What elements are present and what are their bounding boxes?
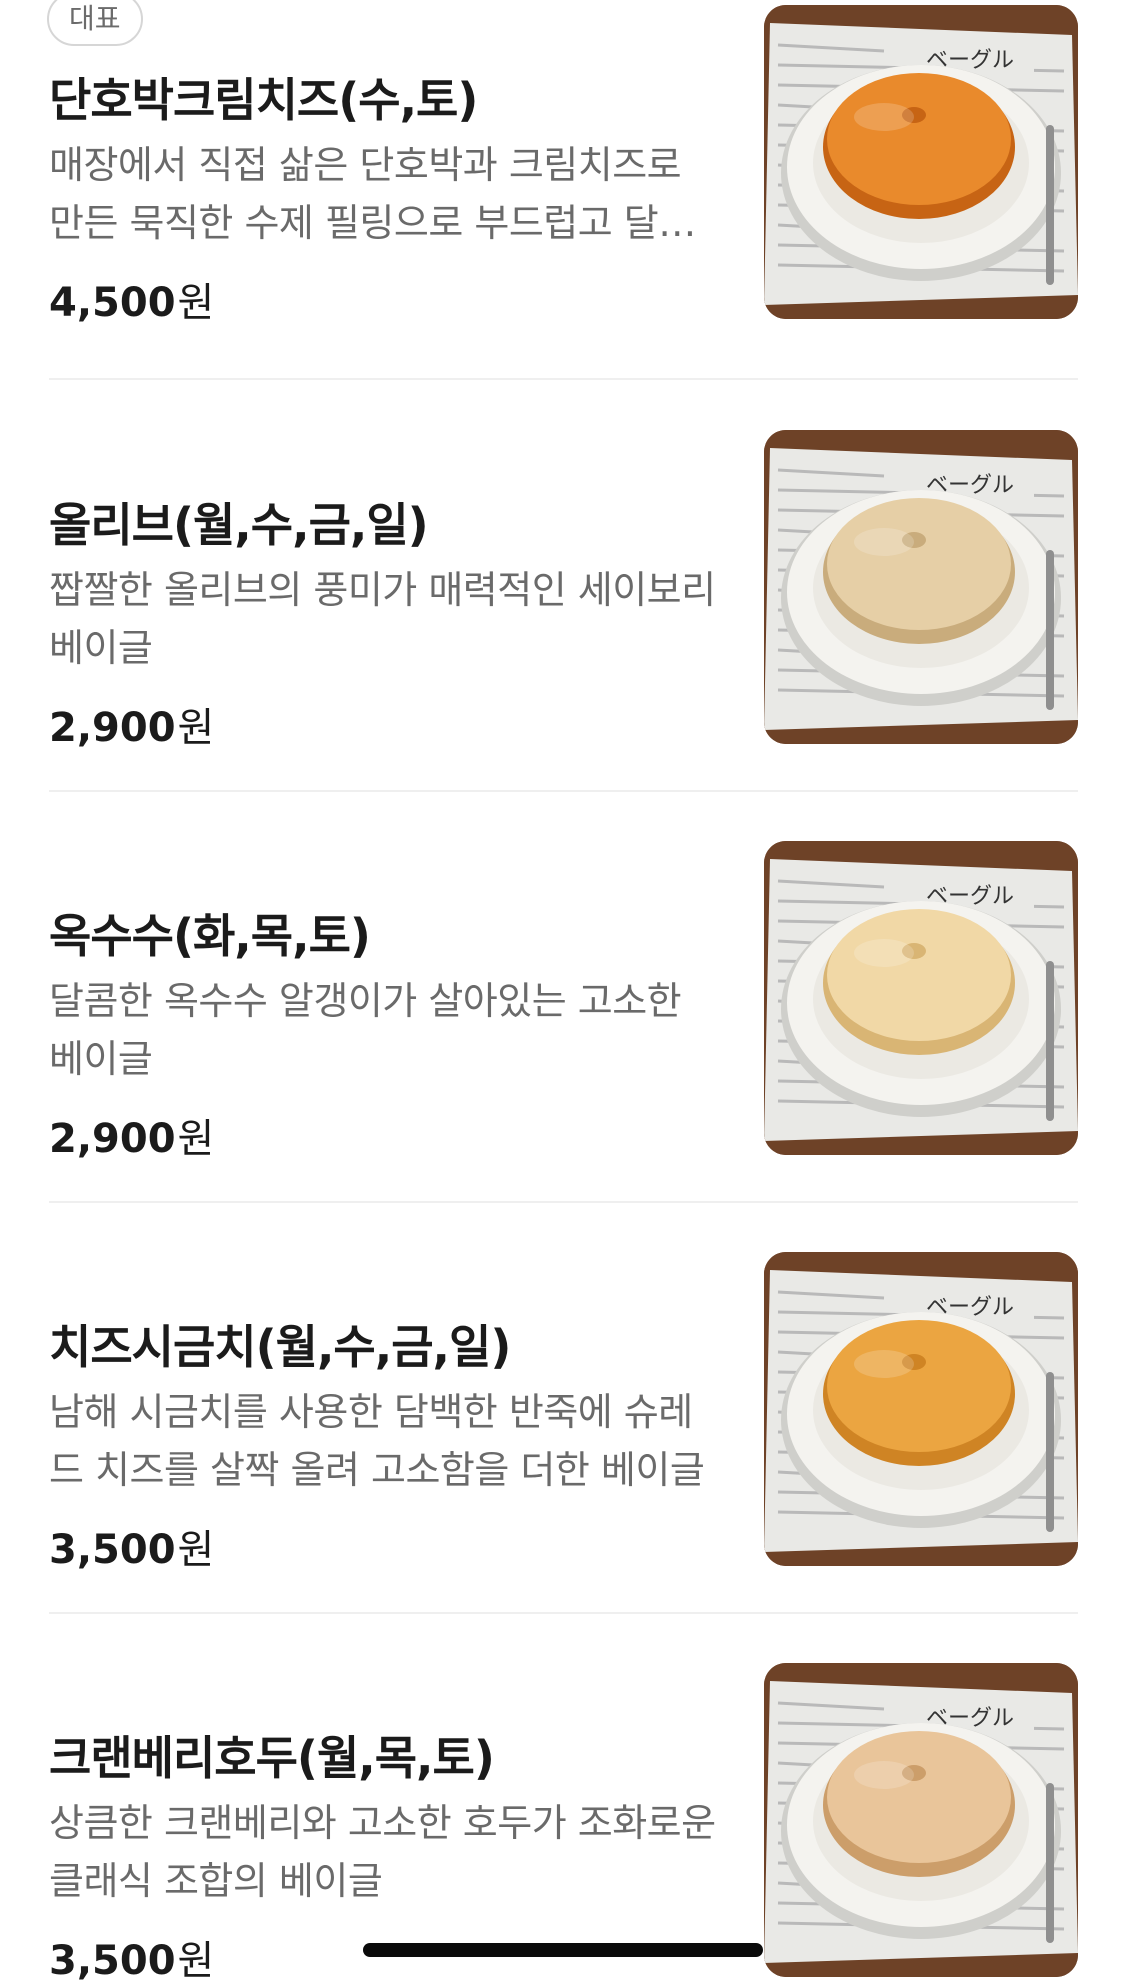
menu-item-price: 2,900원 xyxy=(49,1106,214,1164)
menu-item-cranberry-walnut[interactable]: 크랜베리호두(월,목,토) 상큼한 크랜베리와 고소한 호두가 조화로운 클래식… xyxy=(0,1658,1125,1982)
menu-item-image[interactable]: ベーグル xyxy=(764,841,1078,1155)
menu-item-description: 달콤한 옥수수 알갱이가 살아있는 고소한 베이글 xyxy=(49,979,682,1081)
menu-item-image[interactable]: ベーグル xyxy=(764,430,1078,744)
menu-item-description: 짭짤한 올리브의 풍미가 매력적인 세이보리 베이글 xyxy=(49,568,716,670)
menu-item-price: 2,900원 xyxy=(49,695,214,753)
menu-item-corn[interactable]: 옥수수(화,목,토) 달콤한 옥수수 알갱이가 살아있는 고소한 베이글 2,9… xyxy=(0,836,1125,1247)
menu-item-description: 남해 시금치를 사용한 담백한 반죽에 슈레드 치즈를 살짝 올려 고소함을 더… xyxy=(49,1390,705,1492)
divider xyxy=(49,790,1078,792)
menu-item-image[interactable]: ベーグル xyxy=(764,5,1078,319)
menu-item-price: 4,500원 xyxy=(49,270,214,328)
price-currency: 원 xyxy=(177,1116,215,1162)
price-currency: 원 xyxy=(177,280,215,326)
menu-item-pumpkin-cream-cheese[interactable]: 대표 단호박크림치즈(수,토) 매장에서 직접 삶은 단호박과 크림치즈로 만든… xyxy=(0,0,1125,411)
price-amount: 3,500 xyxy=(49,1938,176,1982)
divider xyxy=(49,1201,1078,1203)
menu-item-price: 3,500원 xyxy=(49,1928,214,1982)
price-currency: 원 xyxy=(177,1938,215,1982)
menu-item-description: 상큼한 크랜베리와 고소한 호두가 조화로운 클래식 조합의 베이글 xyxy=(49,1801,716,1903)
representative-badge: 대표 xyxy=(47,0,143,46)
menu-item-name: 단호박크림치즈(수,토) xyxy=(49,73,478,127)
menu-item-price: 3,500원 xyxy=(49,1517,214,1575)
menu-item-image[interactable]: ベーグル xyxy=(764,1252,1078,1566)
menu-item-cheese-spinach[interactable]: 치즈시금치(월,수,금,일) 남해 시금치를 사용한 담백한 반죽에 슈레드 치… xyxy=(0,1247,1125,1658)
divider xyxy=(49,378,1078,380)
menu-item-name: 옥수수(화,목,토) xyxy=(49,909,371,963)
home-indicator xyxy=(363,1943,763,1957)
menu-item-name: 치즈시금치(월,수,금,일) xyxy=(49,1320,511,1374)
price-amount: 2,900 xyxy=(49,705,176,751)
divider xyxy=(49,1612,1078,1614)
price-amount: 3,500 xyxy=(49,1527,176,1573)
price-amount: 2,900 xyxy=(49,1116,176,1162)
menu-item-name: 올리브(월,수,금,일) xyxy=(49,498,429,552)
price-currency: 원 xyxy=(177,1527,215,1573)
menu-item-olive[interactable]: 올리브(월,수,금,일) 짭짤한 올리브의 풍미가 매력적인 세이보리 베이글 … xyxy=(0,425,1125,836)
menu-item-name: 크랜베리호두(월,목,토) xyxy=(49,1731,495,1785)
price-amount: 4,500 xyxy=(49,280,176,326)
menu-item-description: 매장에서 직접 삶은 단호박과 크림치즈로 만든 묵직한 수제 필링으로 부드럽… xyxy=(49,143,693,245)
menu-screen: 대표 단호박크림치즈(수,토) 매장에서 직접 삶은 단호박과 크림치즈로 만든… xyxy=(0,0,1125,1982)
menu-item-image[interactable]: ベーグル xyxy=(764,1663,1078,1977)
price-currency: 원 xyxy=(177,705,215,751)
